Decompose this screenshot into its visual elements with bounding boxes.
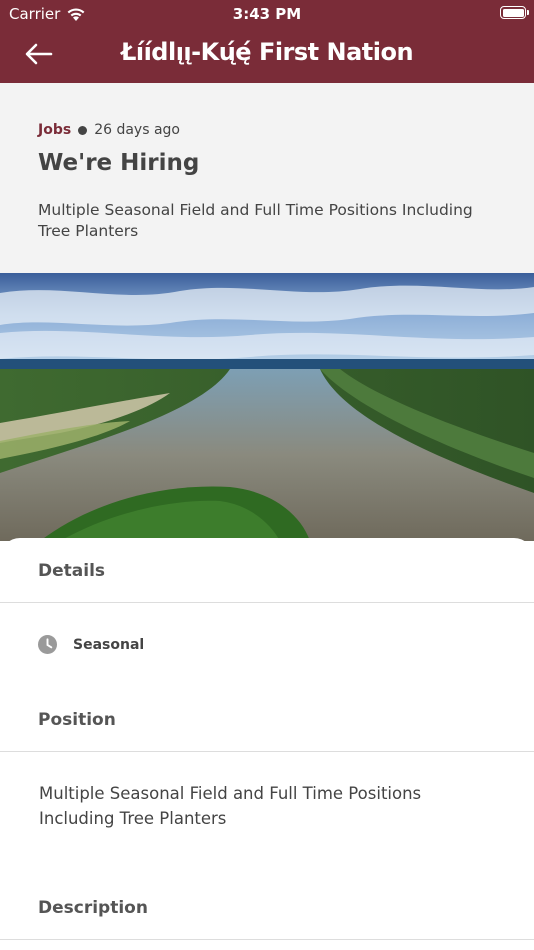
post-meta: Jobs 26 days ago bbox=[38, 122, 180, 138]
position-text: Multiple Seasonal Field and Full Time Po… bbox=[39, 784, 422, 828]
hero-image bbox=[0, 273, 534, 541]
separator-dot bbox=[78, 125, 88, 135]
post-summary-text: Multiple Seasonal Field and Full Time Po… bbox=[38, 201, 473, 240]
details-heading: Details bbox=[38, 561, 106, 581]
app-header: Carrier 3:43 PM Łı́ı́dlı̨ı̨-Kų́ę́ First … bbox=[0, 0, 534, 83]
battery-icon bbox=[500, 6, 529, 19]
post-age: 26 days ago bbox=[94, 122, 180, 138]
divider bbox=[0, 602, 534, 603]
post-summary: Jobs 26 days ago We're Hiring Multiple S… bbox=[0, 83, 534, 273]
employment-type-row: Seasonal bbox=[38, 635, 144, 654]
employment-type: Seasonal bbox=[73, 636, 145, 653]
position-heading: Position bbox=[38, 710, 116, 730]
post-title: We're Hiring bbox=[38, 150, 200, 176]
category-link[interactable]: Jobs bbox=[38, 122, 71, 138]
description-heading: Description bbox=[38, 898, 148, 918]
clock-icon bbox=[38, 635, 57, 654]
page-title: Łı́ı́dlı̨ı̨-Kų́ę́ First Nation bbox=[120, 38, 414, 66]
divider bbox=[0, 939, 534, 940]
divider bbox=[0, 751, 534, 752]
status-time: 3:43 PM bbox=[232, 5, 302, 23]
details-sheet: Details Seasonal Position Multiple Seaso… bbox=[0, 538, 534, 950]
